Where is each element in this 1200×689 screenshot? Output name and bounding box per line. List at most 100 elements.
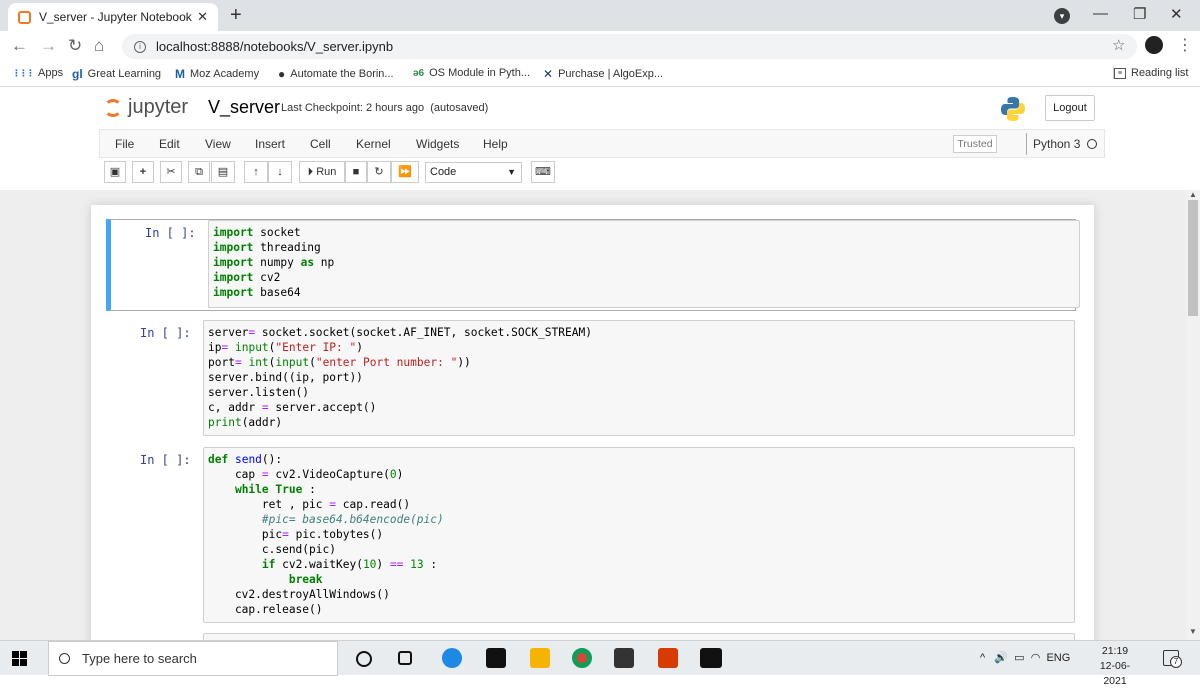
home-icon[interactable]: ⌂ xyxy=(94,36,104,56)
bookmark-apps[interactable]: ⋮⋮⋮ Apps xyxy=(12,67,63,79)
edge-icon[interactable] xyxy=(442,648,462,668)
code-text: import socket import threading import nu… xyxy=(213,226,335,299)
code-cell[interactable]: In [ ]: import socket import threading i… xyxy=(106,219,1080,311)
kernel-name[interactable]: Python 3 xyxy=(1026,133,1080,155)
scrollbar-thumb[interactable] xyxy=(1188,200,1198,316)
bookmark-automate[interactable]: ● Automate the Borin... xyxy=(278,67,394,81)
input-prompt: In [ ]: xyxy=(145,226,196,240)
insert-cell-button[interactable]: + xyxy=(132,161,154,183)
start-button[interactable] xyxy=(12,651,27,666)
restore-button[interactable]: ❐ xyxy=(1133,5,1146,23)
jupyter-logo[interactable]: jupyter xyxy=(104,96,188,119)
terminal-icon[interactable] xyxy=(700,648,722,668)
command-palette-button[interactable]: ⌨ xyxy=(531,161,555,183)
volume-icon[interactable]: 🔊 xyxy=(994,652,1008,664)
search-icon xyxy=(59,653,70,664)
notebook-toolbar: ▣ + ✂ ⧉ ▤ ↑ ↓ ⏵ Run ■ ↻ ⏩ Code ▼ ⌨ xyxy=(99,161,1105,185)
reload-icon[interactable]: ↻ xyxy=(68,36,82,56)
chevron-down-icon: ▼ xyxy=(507,167,516,177)
url-bar[interactable]: i localhost:8888/notebooks/V_server.ipyn… xyxy=(122,34,1137,59)
run-button[interactable]: ⏵ Run xyxy=(299,161,345,183)
back-arrow-icon[interactable]: ← xyxy=(11,36,28,56)
paste-button[interactable]: ▤ xyxy=(211,161,235,183)
input-prompt: In [ ]: xyxy=(140,326,191,340)
move-up-button[interactable]: ↑ xyxy=(244,161,268,183)
notebook-name[interactable]: V_server xyxy=(208,97,280,118)
chevron-up-icon[interactable]: ^ xyxy=(980,652,985,664)
profile-avatar[interactable] xyxy=(1145,36,1163,54)
save-button[interactable]: ▣ xyxy=(104,161,126,183)
vertical-scrollbar[interactable]: ▲ ▼ xyxy=(1186,190,1200,640)
taskbar-search[interactable]: Type here to search xyxy=(48,641,338,676)
clock[interactable]: 21:19 12-06-2021 xyxy=(1092,644,1138,689)
task-view-icon[interactable] xyxy=(398,651,412,665)
code-editor[interactable]: import socket import threading import nu… xyxy=(208,220,1080,308)
restart-button[interactable]: ↻ xyxy=(367,161,391,183)
wifi-icon[interactable]: ◠ xyxy=(1031,652,1041,664)
copy-icon: ⧉ xyxy=(195,166,203,178)
store-icon[interactable] xyxy=(614,648,634,668)
geeks-icon: ə6 xyxy=(413,67,425,79)
copy-button[interactable]: ⧉ xyxy=(188,161,210,183)
site-info-icon[interactable]: i xyxy=(134,40,146,53)
trusted-badge[interactable]: Trusted xyxy=(953,135,997,153)
close-window-button[interactable]: ✕ xyxy=(1170,5,1183,23)
browser-tab[interactable]: V_server - Jupyter Notebook ✕ xyxy=(8,3,218,31)
search-placeholder: Type here to search xyxy=(82,651,197,666)
new-tab-button[interactable]: + xyxy=(230,4,242,27)
bookmark-moz-academy[interactable]: M Moz Academy xyxy=(175,67,259,81)
restart-run-all-button[interactable]: ⏩ xyxy=(391,161,419,183)
code-cell[interactable]: In [ ]: server= socket.socket(socket.AF_… xyxy=(106,320,1076,438)
fast-forward-icon: ⏩ xyxy=(398,166,412,178)
battery-icon[interactable]: ▭ xyxy=(1014,652,1024,664)
moz-icon: M xyxy=(175,67,185,81)
date: 12-06-2021 xyxy=(1099,660,1131,687)
menu-kernel[interactable]: Kernel xyxy=(356,137,391,151)
jupyter-favicon-icon xyxy=(18,10,31,24)
menu-view[interactable]: View xyxy=(205,137,231,151)
interrupt-button[interactable]: ■ xyxy=(345,161,367,183)
menu-help[interactable]: Help xyxy=(483,137,508,151)
chrome-icon[interactable] xyxy=(572,648,592,668)
bookmark-os-module[interactable]: ə6 OS Module in Pyth... xyxy=(413,67,530,79)
menu-file[interactable]: File xyxy=(115,137,134,151)
language-indicator[interactable]: ENG xyxy=(1046,652,1070,664)
restart-icon: ↻ xyxy=(374,166,384,178)
code-editor[interactable]: server= socket.socket(socket.AF_INET, so… xyxy=(203,320,1075,436)
code-editor[interactable]: def send(): cap = cv2.VideoCapture(0) wh… xyxy=(203,447,1075,623)
menu-insert[interactable]: Insert xyxy=(255,137,285,151)
code-cell[interactable]: In [ ]: def send(): cap = cv2.VideoCaptu… xyxy=(106,447,1076,623)
code-editor[interactable] xyxy=(203,633,1075,640)
tab-close-icon[interactable]: ✕ xyxy=(197,9,208,25)
cell-type-select[interactable]: Code ▼ xyxy=(425,162,522,183)
bookmark-algoexpert[interactable]: ✕ Purchase | AlgoExp... xyxy=(543,67,663,81)
notification-center-icon[interactable]: 7 xyxy=(1163,650,1182,668)
code-cell[interactable] xyxy=(106,633,1076,640)
menu-edit[interactable]: Edit xyxy=(159,137,180,151)
bookmark-star-icon[interactable]: ☆ xyxy=(1112,36,1125,54)
bookmark-great-learning[interactable]: gl Great Learning xyxy=(72,67,161,81)
office-icon[interactable] xyxy=(658,648,678,668)
scroll-down-icon[interactable]: ▼ xyxy=(1189,627,1197,636)
tab-search-icon[interactable]: ▾ xyxy=(1054,8,1070,24)
menu-cell[interactable]: Cell xyxy=(310,137,331,151)
more-menu-icon[interactable]: ⋮ xyxy=(1177,35,1193,55)
jupyter-ring-icon xyxy=(104,98,122,117)
mail-icon[interactable] xyxy=(486,648,506,668)
cut-button[interactable]: ✂ xyxy=(160,161,182,183)
system-tray: ^ 🔊 ▭ ◠ ENG xyxy=(980,651,1070,664)
forward-arrow-icon[interactable]: → xyxy=(40,36,57,56)
paste-icon: ▤ xyxy=(217,166,229,178)
file-explorer-icon[interactable] xyxy=(530,648,550,668)
cortana-icon[interactable] xyxy=(356,651,372,667)
menu-widgets[interactable]: Widgets xyxy=(416,137,459,151)
move-down-button[interactable]: ↓ xyxy=(268,161,292,183)
reading-list-button[interactable]: ≡ Reading list xyxy=(1113,67,1188,79)
logout-button[interactable]: Logout xyxy=(1045,95,1095,121)
scroll-up-icon[interactable]: ▲ xyxy=(1189,190,1197,199)
apps-grid-icon: ⋮⋮⋮ xyxy=(12,67,35,78)
minimize-button[interactable]: — xyxy=(1093,5,1108,22)
reading-list-icon: ≡ xyxy=(1114,67,1126,79)
arrow-down-icon: ↓ xyxy=(277,166,283,178)
arrow-up-icon: ↑ xyxy=(253,166,259,178)
